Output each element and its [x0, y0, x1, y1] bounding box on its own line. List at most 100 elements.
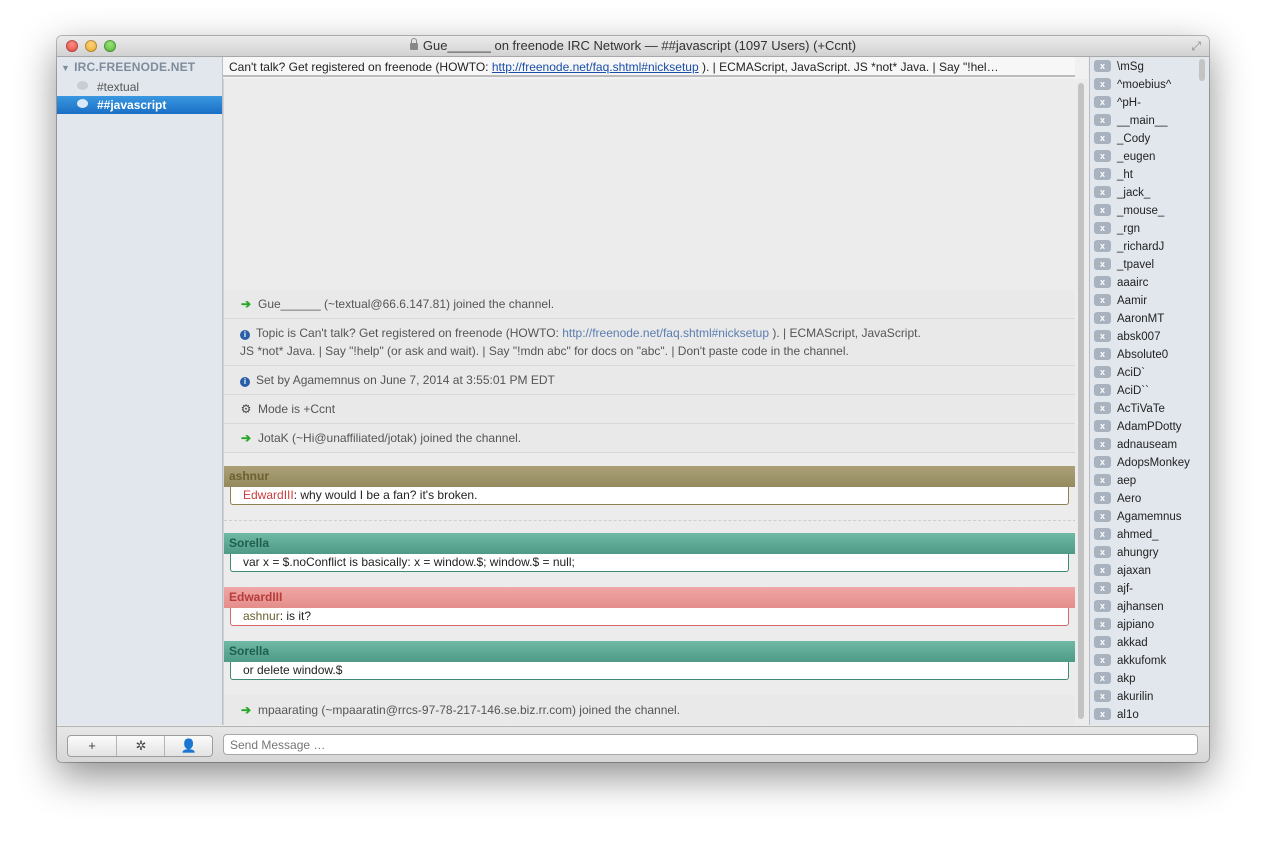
- user-list-item[interactable]: x akkad: [1094, 634, 1148, 652]
- nick-mention[interactable]: EdwardIII: [243, 488, 294, 502]
- user-list-item[interactable]: x AciD`: [1094, 364, 1145, 382]
- userlist-scroll-thumb[interactable]: [1199, 59, 1205, 81]
- nick-mention[interactable]: ashnur: [243, 609, 280, 623]
- user-list-item[interactable]: x akp: [1094, 670, 1136, 688]
- user-list-item[interactable]: x ^moebius^: [1094, 76, 1171, 94]
- message-body[interactable]: ashnur: is it?: [230, 608, 1069, 626]
- user-list-item[interactable]: x Aero: [1094, 490, 1141, 508]
- user-list-item[interactable]: x Aamir: [1094, 292, 1147, 310]
- fullscreen-icon[interactable]: ⤢: [1191, 39, 1201, 54]
- arrow-right-icon: ➔: [240, 297, 252, 311]
- gears-icon: ⚙: [240, 402, 252, 416]
- server-name: IRC.FREENODE.NET: [74, 60, 196, 74]
- nick-header[interactable]: ashnur: [224, 466, 1076, 487]
- message-log[interactable]: ➔ Gue______ (~textual@66.6.147.81) joined…: [223, 79, 1076, 725]
- user-list[interactable]: x \mSg x ^moebius^ x ^pH-x __main__ x _Cody x _eug…: [1089, 57, 1209, 725]
- message-input[interactable]: [223, 734, 1198, 755]
- user-badge-icon: x: [1094, 491, 1111, 504]
- user-list-item[interactable]: x _mouse_: [1094, 202, 1164, 220]
- user-nick: aaairc: [1117, 277, 1149, 289]
- user-badge-icon: x: [1094, 527, 1111, 540]
- message-body[interactable]: var x = $.noConflict is basically: x = w…: [230, 554, 1069, 572]
- user-list-item[interactable]: x Absolute0: [1094, 346, 1168, 364]
- log-scrollbar[interactable]: [1075, 79, 1088, 725]
- user-list-item[interactable]: x _jack_: [1094, 184, 1150, 202]
- chat-bubble-icon: [77, 81, 88, 90]
- user-nick: _ht: [1117, 169, 1133, 181]
- settings-button[interactable]: ✲: [116, 736, 165, 756]
- user-nick: __main__: [1117, 115, 1168, 127]
- user-list-item[interactable]: x absk007: [1094, 328, 1160, 346]
- server-row[interactable]: ▼ IRC.FREENODE.NET: [61, 60, 195, 74]
- user-nick: ajhansen: [1117, 601, 1164, 613]
- user-badge-icon: x: [1094, 365, 1111, 378]
- user-list-item[interactable]: x AdopsMonkey: [1094, 454, 1190, 472]
- user-list-item[interactable]: x AdamPDotty: [1094, 418, 1182, 436]
- user-badge-icon: x: [1094, 653, 1111, 666]
- user-nick: _richardJ: [1117, 241, 1165, 253]
- channel-label: ##javascript: [97, 98, 167, 112]
- sidebar-item-textual[interactable]: #textual: [57, 78, 222, 96]
- user-list-item[interactable]: x AciD``: [1094, 382, 1149, 400]
- user-list-item[interactable]: x \mSg: [1094, 58, 1144, 76]
- user-nick: _eugen: [1117, 151, 1156, 163]
- user-list-item[interactable]: x ajhansen: [1094, 598, 1164, 616]
- user-badge-icon: x: [1094, 473, 1111, 486]
- topic-link[interactable]: http://freenode.net/faq.shtml#nicksetup: [492, 60, 699, 74]
- user-button[interactable]: 👤: [164, 736, 213, 756]
- user-badge-icon: x: [1094, 419, 1111, 432]
- topic-bar[interactable]: Can't talk? Get registered on freenode (…: [223, 57, 1075, 77]
- user-list-item[interactable]: x __main__: [1094, 112, 1168, 130]
- nick-header[interactable]: Sorella: [224, 533, 1076, 554]
- user-list-item[interactable]: x ahmed_: [1094, 526, 1159, 544]
- user-list-item[interactable]: x akkufomk: [1094, 652, 1166, 670]
- user-badge-icon: x: [1094, 671, 1111, 684]
- user-list-item[interactable]: x ^pH-: [1094, 94, 1141, 112]
- user-list-item[interactable]: x _richardJ: [1094, 238, 1164, 256]
- user-list-item[interactable]: x _ht: [1094, 166, 1133, 184]
- user-list-item[interactable]: x AaronMT: [1094, 310, 1164, 328]
- user-badge-icon: x: [1094, 185, 1111, 198]
- user-list-item[interactable]: x _tpavel: [1094, 256, 1154, 274]
- user-list-item[interactable]: x al1o: [1094, 706, 1139, 724]
- event-text: ). | ECMAScript, JavaScript.: [769, 326, 921, 340]
- divider: [224, 520, 1076, 521]
- topic-prefix: Can't talk? Get registered on freenode (…: [229, 60, 492, 74]
- message-body[interactable]: EdwardIII: why would I be a fan? it's br…: [230, 487, 1069, 505]
- user-nick: AdopsMonkey: [1117, 457, 1190, 469]
- user-list-item[interactable]: x Agamemnus: [1094, 508, 1182, 526]
- add-button[interactable]: +: [68, 736, 116, 756]
- chat-main: Can't talk? Get registered on freenode (…: [223, 57, 1088, 725]
- user-nick: Agamemnus: [1117, 511, 1182, 523]
- user-badge-icon: x: [1094, 167, 1111, 180]
- user-list-item[interactable]: x adnauseam: [1094, 436, 1177, 454]
- event-text: Gue______ (~textual@66.6.147.81) joined …: [258, 297, 555, 311]
- user-badge-icon: x: [1094, 203, 1111, 216]
- user-list-item[interactable]: x ajaxan: [1094, 562, 1151, 580]
- nick-header[interactable]: Sorella: [224, 641, 1076, 662]
- user-nick: _jack_: [1117, 187, 1151, 199]
- log-scroll-thumb[interactable]: [1078, 83, 1084, 719]
- user-list-item[interactable]: x akurilin: [1094, 688, 1153, 706]
- topic-suffix: ). | ECMAScript, JavaScript. JS *not* Ja…: [698, 60, 999, 74]
- app-window: Gue______ on freenode IRC Network — ##ja…: [57, 36, 1209, 762]
- user-nick: _tpavel: [1117, 259, 1155, 271]
- user-list-item[interactable]: x ahungry: [1094, 544, 1159, 562]
- message-body[interactable]: or delete window.$: [230, 662, 1069, 680]
- user-list-item[interactable]: x _eugen: [1094, 148, 1155, 166]
- user-list-item[interactable]: x _Cody: [1094, 130, 1150, 148]
- user-nick: ^moebius^: [1117, 79, 1172, 91]
- sidebar-item-javascript[interactable]: ##javascript: [57, 96, 222, 114]
- user-list-item[interactable]: x aaairc: [1094, 274, 1148, 292]
- user-badge-icon: x: [1094, 131, 1111, 144]
- user-list-item[interactable]: x ajf-: [1094, 580, 1133, 598]
- nick-header[interactable]: EdwardIII: [224, 587, 1076, 608]
- user-list-item[interactable]: x aep: [1094, 472, 1136, 490]
- disclosure-triangle-icon[interactable]: ▼: [61, 63, 70, 73]
- topic-link[interactable]: http://freenode.net/faq.shtml#nicksetup: [562, 326, 769, 340]
- user-list-item[interactable]: x ajpiano: [1094, 616, 1154, 634]
- user-list-item[interactable]: x _rgn: [1094, 220, 1140, 238]
- channel-label: #textual: [97, 80, 140, 94]
- user-list-item[interactable]: x AcTiVaTe: [1094, 400, 1165, 418]
- user-badge-icon: x: [1094, 509, 1111, 522]
